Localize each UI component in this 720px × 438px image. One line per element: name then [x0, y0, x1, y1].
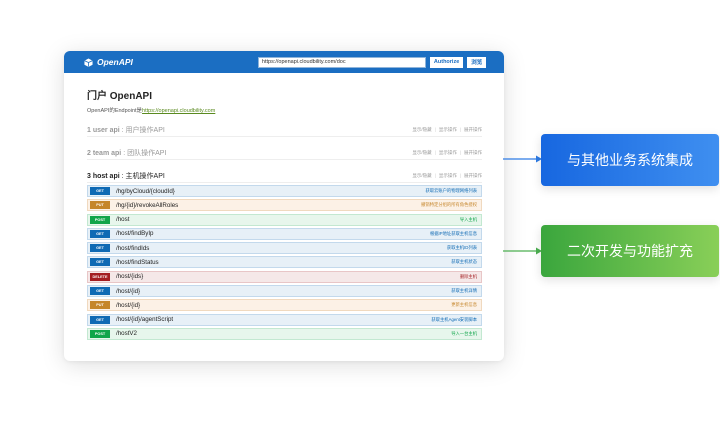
method-badge: GET: [90, 244, 110, 253]
operation-row[interactable]: GET/hg/byCloud/{cloudId} 获取云账户的物理网络列表: [87, 185, 482, 197]
method-badge: GET: [90, 287, 110, 296]
operation-path: /host/findStatus: [116, 258, 159, 266]
separator: |: [434, 173, 436, 178]
separator: |: [459, 150, 461, 155]
operation-summary: 获取主机详情: [451, 288, 477, 294]
authorize-button[interactable]: Authorize: [429, 56, 464, 68]
group-title: 3 host api : 主机操作API: [87, 171, 165, 181]
operation-row[interactable]: GET/host/findIds 获取主机ID列表: [87, 242, 482, 255]
brand-name: OpenAPI: [97, 57, 133, 67]
method-badge: DELETE: [90, 272, 110, 281]
api-group-host[interactable]: 3 host api : 主机操作API 显示/隐藏 | 显示操作 | 展开操作: [87, 170, 482, 183]
subtitle-text: OpenAPI的Endpoint是: [87, 108, 143, 114]
separator: |: [459, 173, 461, 178]
group-title: 1 user api : 用户操作API: [87, 125, 165, 135]
operation-summary: 获取主机状态: [451, 259, 477, 265]
method-badge: GET: [90, 258, 110, 267]
group-name: 2 team api: [87, 150, 122, 157]
operation-summary: 获取云账户的物理网络列表: [425, 188, 477, 193]
operation-row[interactable]: GET/host/{id}/agentScript 获取主机Agent安装脚本: [87, 313, 482, 326]
operation-list: GET/hg/byCloud/{cloudId} 获取云账户的物理网络列表 PUT…: [87, 185, 482, 340]
top-bar: OpenAPI Authorize 浏览: [64, 51, 504, 73]
show-hide-link[interactable]: 显示/隐藏: [412, 173, 431, 178]
operation-path: /hg/byCloud/{cloudId}: [116, 187, 175, 195]
operation-summary: 获取主机Agent安装脚本: [431, 316, 477, 322]
group-desc: : 主机操作API: [119, 173, 165, 180]
arrow-right-icon: [503, 155, 542, 163]
operation-summary: 更新主机信息: [451, 302, 477, 308]
group-desc: : 用户操作API: [119, 127, 165, 134]
expand-ops-link[interactable]: 展开操作: [464, 150, 482, 155]
callout-integration: 与其他业务系统集成: [541, 134, 719, 186]
url-input[interactable]: [257, 56, 426, 68]
separator: |: [434, 150, 436, 155]
show-hide-link[interactable]: 显示/隐藏: [412, 150, 431, 155]
list-ops-link[interactable]: 显示操作: [439, 173, 457, 178]
operation-path: /host/findByIp: [116, 230, 154, 238]
group-links: 显示/隐藏 | 显示操作 | 展开操作: [409, 127, 482, 133]
operation-path: /host/{id}: [116, 301, 141, 309]
operation-path: /host/{id}: [116, 287, 141, 295]
show-hide-link[interactable]: 显示/隐藏: [412, 127, 431, 132]
separator: |: [459, 127, 461, 132]
operation-summary: 导入一台主机: [451, 330, 477, 336]
operation-summary: 获取主机ID列表: [446, 245, 477, 251]
expand-ops-link[interactable]: 展开操作: [464, 127, 482, 132]
list-ops-link[interactable]: 显示操作: [439, 150, 457, 155]
operation-path: /host/{id}/agentScript: [116, 316, 174, 324]
operation-path: /hostV2: [116, 330, 137, 338]
expand-ops-link[interactable]: 展开操作: [464, 173, 482, 178]
operation-summary: 根据IP地址获取主机信息: [429, 230, 477, 236]
operation-row[interactable]: GET/host/findByIp 根据IP地址获取主机信息: [87, 227, 482, 240]
operation-path: /host/{ids}: [116, 273, 144, 281]
group-title: 2 team api : 团队操作API: [87, 148, 166, 158]
group-links: 显示/隐藏 | 显示操作 | 展开操作: [409, 173, 482, 179]
operation-row[interactable]: POST/hostV2 导入一台主机: [87, 327, 482, 340]
page-subtitle: OpenAPI的Endpoint是https://openapi.cloudbi…: [87, 106, 482, 114]
list-ops-link[interactable]: 显示操作: [439, 127, 457, 132]
method-badge: POST: [90, 329, 110, 338]
operation-row[interactable]: POST/host 导入主机: [87, 213, 482, 226]
group-links: 显示/隐藏 | 显示操作 | 展开操作: [409, 150, 482, 156]
method-badge: PUT: [90, 301, 110, 310]
api-doc-window: OpenAPI Authorize 浏览 门户 OpenAPI OpenAPI的…: [64, 51, 504, 361]
api-group-team[interactable]: 2 team api : 团队操作API 显示/隐藏 | 显示操作 | 展开操作: [87, 147, 482, 160]
brand-logo[interactable]: OpenAPI: [84, 57, 133, 67]
group-desc: : 团队操作API: [121, 150, 167, 157]
method-badge: GET: [90, 187, 110, 195]
operation-path: /host: [116, 216, 130, 224]
operation-row[interactable]: PUT/host/{id} 更新主机信息: [87, 299, 482, 312]
page-title: 门户 OpenAPI: [87, 91, 153, 102]
api-group-user[interactable]: 1 user api : 用户操作API 显示/隐藏 | 显示操作 | 展开操作: [87, 124, 482, 137]
operation-row[interactable]: DELETE/host/{ids} 删除主机: [87, 270, 482, 283]
operation-row[interactable]: GET/host/{id} 获取主机详情: [87, 285, 482, 298]
method-badge: PUT: [90, 201, 110, 210]
group-name: 1 user api: [87, 127, 120, 134]
doc-content: 门户 OpenAPI OpenAPI的Endpoint是https://open…: [64, 73, 504, 340]
operation-row[interactable]: PUT/hg/{id}/revokeAllRoles 撤销特定分组的所有角色授权: [87, 199, 482, 212]
explore-button[interactable]: 浏览: [467, 56, 487, 68]
cube-icon: [84, 57, 93, 67]
group-name: 3 host api: [87, 173, 120, 180]
method-badge: GET: [90, 315, 110, 324]
method-badge: POST: [90, 215, 110, 224]
operation-path: /host/findIds: [116, 244, 150, 252]
operation-summary: 删除主机: [459, 273, 477, 279]
operation-summary: 导入主机: [459, 216, 477, 222]
callout-extension: 二次开发与功能扩充: [541, 225, 719, 277]
operation-summary: 撤销特定分组的所有角色授权: [421, 202, 477, 208]
operation-row[interactable]: GET/host/findStatus 获取主机状态: [87, 256, 482, 269]
arrow-right-icon: [503, 247, 542, 255]
method-badge: GET: [90, 229, 110, 238]
separator: |: [434, 127, 436, 132]
endpoint-link[interactable]: https://openapi.cloudbility.com: [142, 108, 215, 114]
operation-path: /hg/{id}/revokeAllRoles: [116, 201, 179, 209]
